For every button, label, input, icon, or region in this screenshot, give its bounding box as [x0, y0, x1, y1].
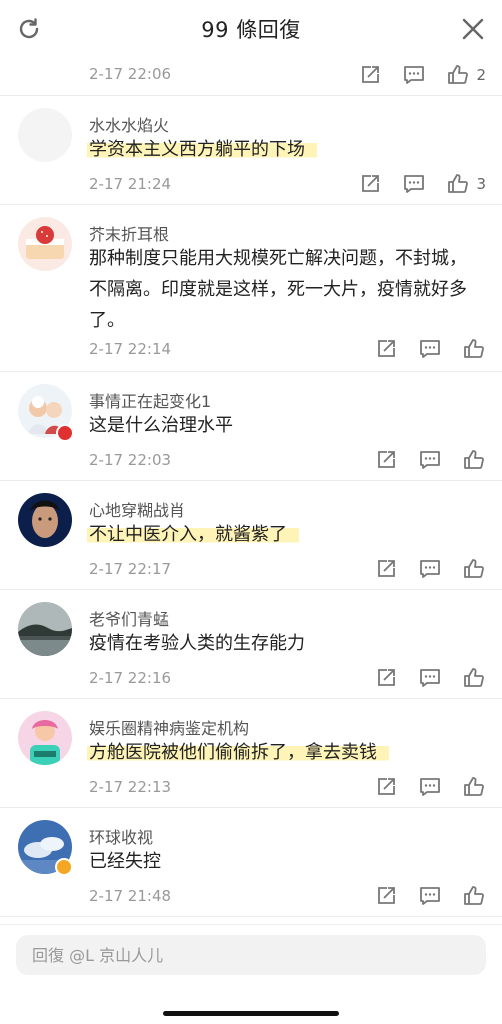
list-item: 娱乐圈精神病鉴定机构 方舱医院被他们偷偷拆了，拿去卖钱 2-17 22:13	[0, 699, 502, 808]
comment-icon[interactable]	[418, 337, 442, 361]
comment-author[interactable]: 事情正在起变化1	[89, 388, 211, 412]
comment-time: 2-17 22:16	[89, 669, 172, 687]
reply-input[interactable]	[16, 935, 486, 975]
comment-author[interactable]: 芥末折耳根	[89, 221, 169, 245]
comment-author[interactable]: 环球收视	[89, 824, 153, 848]
comment-text: 方舱医院被他们偷偷拆了，拿去卖钱	[87, 737, 484, 768]
comment-icon[interactable]	[418, 448, 442, 472]
header: 99 條回復	[0, 0, 502, 58]
like-icon[interactable]	[446, 63, 470, 87]
like-icon[interactable]	[462, 557, 486, 581]
comment-icon[interactable]	[418, 775, 442, 799]
avatar[interactable]	[18, 602, 72, 656]
like-icon[interactable]	[462, 666, 486, 690]
comment-time: 2-17 22:13	[89, 778, 172, 796]
comment-text: 那种制度只能用大规模死亡解决问题，不封城，不隔离。印度就是这样，死一大片，疫情就…	[89, 248, 467, 331]
share-icon[interactable]	[374, 557, 398, 581]
comment-text: 不让中医介入，就酱紫了	[87, 519, 484, 550]
comment-author[interactable]: 水水水焰火	[89, 112, 169, 136]
comment-author[interactable]: 娱乐圈精神病鉴定机构	[89, 715, 249, 739]
page-title: 99 條回復	[201, 18, 301, 42]
comment-icon[interactable]	[418, 666, 442, 690]
like-count: 2	[476, 66, 486, 84]
comment-icon[interactable]	[402, 172, 426, 196]
reply-bar	[0, 924, 502, 1024]
share-icon[interactable]	[358, 172, 382, 196]
avatar[interactable]	[18, 108, 72, 162]
comment-time: 2-17 22:03	[89, 451, 172, 469]
comment-text: 学资本主义西方躺平的下场	[87, 134, 484, 165]
avatar[interactable]	[18, 711, 72, 765]
comment-author[interactable]: 老爷们青蜢	[89, 606, 169, 630]
share-icon[interactable]	[358, 63, 382, 87]
comment-text: 已经失控	[89, 851, 161, 872]
share-icon[interactable]	[374, 666, 398, 690]
comment-text: 这是什么治理水平	[89, 415, 233, 436]
comment-icon[interactable]	[418, 884, 442, 908]
list-item: 老爷们青蜢 疫情在考验人类的生存能力 2-17 22:16	[0, 590, 502, 699]
badge-icon	[56, 424, 74, 442]
like-icon[interactable]	[462, 775, 486, 799]
comment-time: 2-17 22:14	[89, 340, 172, 358]
list-item: 芥末折耳根 那种制度只能用大规模死亡解决问题，不封城，不隔离。印度就是这样，死一…	[0, 205, 502, 372]
share-icon[interactable]	[374, 337, 398, 361]
comment-icon[interactable]	[418, 557, 442, 581]
share-icon[interactable]	[374, 775, 398, 799]
like-icon[interactable]	[462, 337, 486, 361]
home-indicator[interactable]	[163, 1011, 339, 1016]
comment-time: 2-17 21:48	[89, 887, 172, 905]
list-item: 2-17 22:06 2	[0, 58, 502, 96]
comment-time: 2-17 21:24	[89, 175, 172, 193]
reply-list: 2-17 22:06 2 水水水焰火 学资本主义西方躺平的下场 2-17 21:…	[0, 58, 502, 924]
like-count: 3	[476, 175, 486, 193]
comment-time: 2-17 22:06	[89, 65, 172, 83]
list-item: 环球收视 已经失控 2-17 21:48	[0, 808, 502, 917]
list-item: 心地穿糊战肖 不让中医介入，就酱紫了 2-17 22:17	[0, 481, 502, 590]
avatar[interactable]	[18, 217, 72, 271]
list-item: 水水水焰火 学资本主义西方躺平的下场 2-17 21:24 3	[0, 96, 502, 205]
like-icon[interactable]	[462, 448, 486, 472]
like-icon[interactable]	[462, 884, 486, 908]
verified-icon	[55, 858, 73, 876]
list-item: 事情正在起变化1 这是什么治理水平 2-17 22:03	[0, 372, 502, 481]
comment-icon[interactable]	[402, 63, 426, 87]
like-icon[interactable]	[446, 172, 470, 196]
comment-time: 2-17 22:17	[89, 560, 172, 578]
comment-author[interactable]: 心地穿糊战肖	[89, 497, 185, 521]
avatar[interactable]	[18, 493, 72, 547]
share-icon[interactable]	[374, 884, 398, 908]
close-icon[interactable]	[460, 16, 486, 42]
share-icon[interactable]	[374, 448, 398, 472]
comment-text: 疫情在考验人类的生存能力	[89, 633, 305, 654]
